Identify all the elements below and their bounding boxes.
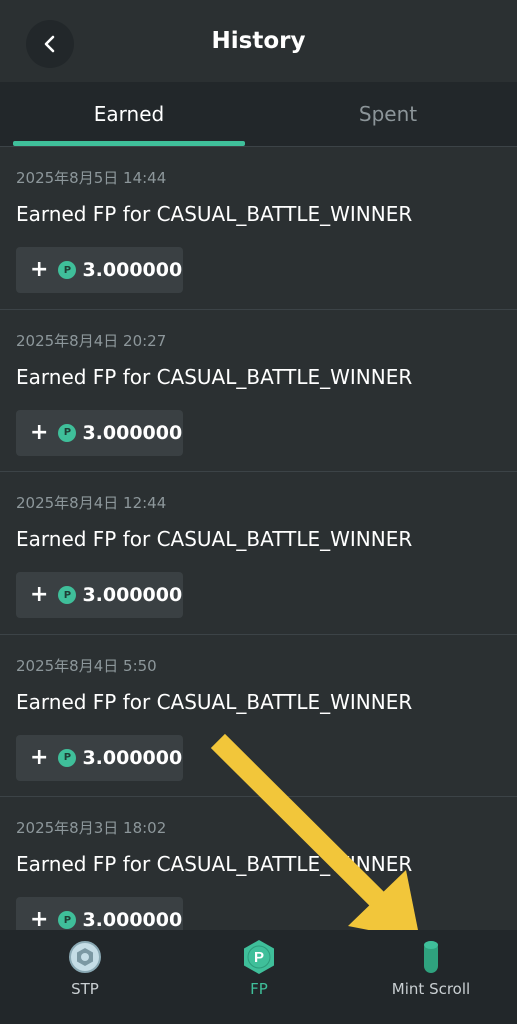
amount-value: 3.000000 <box>82 584 183 606</box>
fp-coin-icon: P <box>58 911 77 929</box>
bottom-nav: STP P FP Mint Scroll <box>0 930 517 1024</box>
item-date: 2025年8月4日 5:50 <box>16 656 157 675</box>
item-description: Earned FP for CASUAL_BATTLE_WINNER <box>16 689 413 714</box>
tab-earned[interactable]: Earned <box>0 82 258 146</box>
fp-coin-icon: P <box>58 586 77 604</box>
scroll-icon <box>424 941 438 973</box>
list-item: 2025年8月4日 5:50 Earned FP for CASUAL_BATT… <box>0 635 517 797</box>
page-title: History <box>211 28 306 54</box>
amount-chip: + P 3.000000 <box>16 409 183 456</box>
nav-fp[interactable]: P FP <box>219 930 299 1024</box>
amount-chip: + P 3.000000 <box>16 247 183 293</box>
amount-value: 3.000000 <box>82 421 183 444</box>
nav-label-fp: FP <box>250 980 268 998</box>
item-date: 2025年8月5日 14:44 <box>16 169 167 187</box>
item-date: 2025年8月4日 12:44 <box>16 494 167 512</box>
list-item: 2025年8月4日 20:27 Earned FP for CASUAL_BAT… <box>0 310 517 472</box>
tab-spent[interactable]: Spent <box>259 82 517 146</box>
history-screen: History Earned Spent 2025年8月5日 14:44 Ear… <box>0 0 517 1024</box>
item-description: Earned FP for CASUAL_BATTLE_WINNER <box>16 852 413 876</box>
amount-chip: + P 3.000000 <box>16 734 183 781</box>
plus-icon: + <box>30 582 49 607</box>
amount-chip: + P 3.000000 <box>16 572 183 618</box>
nav-label-mint-scroll: Mint Scroll <box>391 980 471 998</box>
plus-icon: + <box>30 744 49 770</box>
nav-label-stp: STP <box>71 980 99 998</box>
fp-coin-icon: P <box>58 748 77 767</box>
fp-hexagon-icon: P <box>244 940 274 974</box>
amount-value: 3.000000 <box>82 746 183 769</box>
plus-icon: + <box>30 257 49 282</box>
fp-coin-icon: P <box>58 261 77 279</box>
list-item: 2025年8月4日 12:44 Earned FP for CASUAL_BAT… <box>0 472 517 635</box>
plus-icon: + <box>30 419 49 445</box>
stp-coin-icon <box>69 941 101 973</box>
nav-icon-wrap <box>68 940 102 974</box>
item-description: Earned FP for CASUAL_BATTLE_WINNER <box>16 202 413 226</box>
list-item: 2025年8月5日 14:44 Earned FP for CASUAL_BAT… <box>0 147 517 310</box>
nav-mint-scroll[interactable]: Mint Scroll <box>378 930 484 1024</box>
item-date: 2025年8月3日 18:02 <box>16 819 167 837</box>
item-date: 2025年8月4日 20:27 <box>16 331 167 350</box>
nav-icon-wrap <box>421 940 441 974</box>
history-list[interactable]: 2025年8月5日 14:44 Earned FP for CASUAL_BAT… <box>0 147 517 960</box>
fp-glyph: P <box>254 949 264 966</box>
nav-stp[interactable]: STP <box>45 930 125 1024</box>
amount-value: 3.000000 <box>82 259 183 281</box>
fp-coin-icon: P <box>58 423 77 442</box>
item-description: Earned FP for CASUAL_BATTLE_WINNER <box>16 364 413 389</box>
plus-icon: + <box>30 907 49 932</box>
item-description: Earned FP for CASUAL_BATTLE_WINNER <box>16 527 413 551</box>
nav-icon-wrap: P <box>241 940 277 974</box>
amount-value: 3.000000 <box>82 909 183 931</box>
tab-bar: Earned Spent <box>0 82 517 146</box>
header: History <box>0 0 517 82</box>
